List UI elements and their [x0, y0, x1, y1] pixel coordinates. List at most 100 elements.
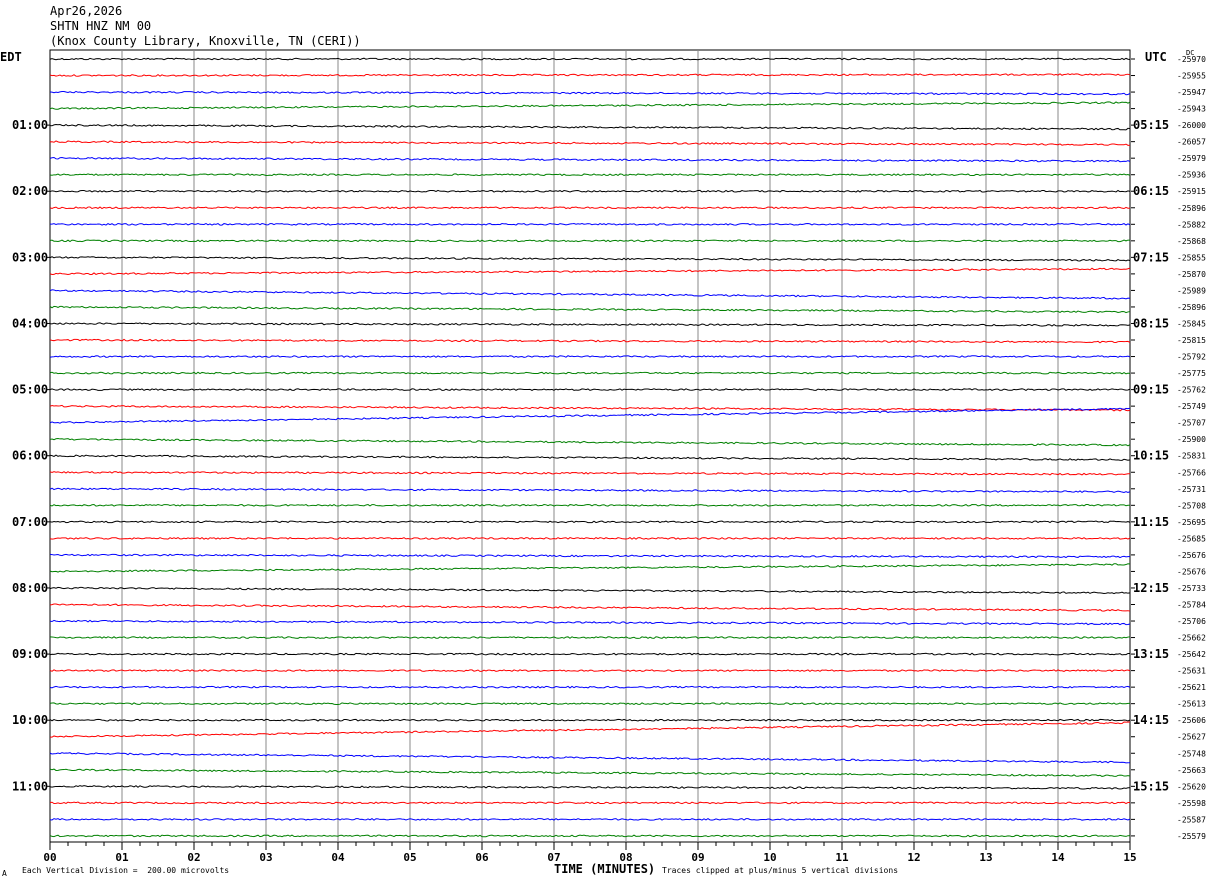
trace-line — [49, 818, 1131, 821]
trace-line — [49, 785, 1131, 790]
dc-offset-label: -25662 — [1177, 634, 1206, 643]
trace-line — [49, 355, 1131, 358]
trace-line — [49, 173, 1131, 177]
dc-offset-label: -25606 — [1177, 716, 1206, 725]
trace-line — [49, 289, 1131, 300]
dc-offset-label: -25707 — [1177, 419, 1206, 428]
dc-offset-label: -25587 — [1177, 815, 1206, 824]
dc-offset-label: -25620 — [1177, 782, 1206, 791]
x-tick-label: 09 — [691, 851, 704, 864]
local-hour-label: 08:00 — [12, 581, 48, 595]
local-hour-label: 06:00 — [12, 449, 48, 463]
dc-offset-label: -25631 — [1177, 667, 1206, 676]
utc-hour-label: 07:15 — [1133, 250, 1169, 264]
local-hour-label: 07:00 — [12, 515, 48, 529]
trace-line — [49, 206, 1131, 210]
trace-line — [49, 702, 1131, 706]
trace-line — [49, 222, 1131, 226]
dc-offset-label: -25896 — [1177, 303, 1206, 312]
trace-line — [49, 563, 1131, 573]
x-tick-label: 00 — [43, 851, 56, 864]
trace-line — [49, 322, 1131, 327]
trace-line — [49, 57, 1131, 61]
trace-line — [49, 636, 1131, 639]
trace-line — [49, 603, 1131, 612]
corner-mark: A — [2, 869, 7, 878]
x-tick-label: 05 — [403, 851, 416, 864]
dc-offset-label: -25627 — [1177, 733, 1206, 742]
dc-offset-label: -25855 — [1177, 253, 1206, 262]
trace-line — [49, 239, 1131, 243]
utc-hour-label: 11:15 — [1133, 515, 1169, 529]
utc-hour-label: 15:15 — [1133, 779, 1169, 793]
trace-line — [49, 752, 1131, 764]
trace-line — [49, 267, 1131, 276]
helicorder-plot: -25970 -25955 -25947 -25943 -26000 -26057 -259… — [12, 49, 1206, 864]
dc-offset-label: -25979 — [1177, 154, 1206, 163]
x-tick-label: 06 — [475, 851, 489, 864]
dc-offset-label: -25695 — [1177, 518, 1206, 527]
dc-offset-label: -26000 — [1177, 121, 1206, 130]
trace-line — [49, 768, 1131, 777]
trace-line — [49, 536, 1131, 540]
dc-offset-label: -25663 — [1177, 766, 1206, 775]
dc-offset-label: -25733 — [1177, 584, 1206, 593]
x-tick-label: 01 — [115, 851, 129, 864]
dc-offset-label: -25868 — [1177, 237, 1206, 246]
dc-offset-label: -25900 — [1177, 435, 1206, 444]
vertical-division-note: Each Vertical Division = 200.00 microvol… — [22, 866, 230, 875]
dc-offset-label: -25845 — [1177, 319, 1206, 328]
utc-hour-label: 09:15 — [1133, 383, 1169, 397]
dc-offset-label: -25943 — [1177, 105, 1206, 114]
trace-line — [49, 553, 1131, 559]
trace-line — [49, 801, 1131, 805]
dc-offset-label: -25621 — [1177, 683, 1206, 692]
dc-offset-label: -25955 — [1177, 72, 1206, 81]
x-tick-label: 02 — [187, 851, 200, 864]
trace-line — [49, 407, 1131, 424]
dc-offset-label: -25749 — [1177, 402, 1206, 411]
trace-line — [49, 90, 1131, 96]
trace-line — [49, 619, 1131, 626]
x-tick-label: 04 — [331, 851, 345, 864]
dc-offset-label: -25970 — [1177, 55, 1206, 64]
x-tick-label: 13 — [979, 851, 992, 864]
utc-hour-label: 13:15 — [1133, 647, 1169, 661]
local-hour-label: 03:00 — [12, 250, 48, 264]
trace-line — [49, 404, 1131, 412]
dc-offset-label: -25792 — [1177, 353, 1206, 362]
x-tick-label: 14 — [1051, 851, 1065, 864]
utc-hour-label: 05:15 — [1133, 118, 1169, 132]
trace-line — [49, 371, 1131, 375]
local-hour-label: 04:00 — [12, 316, 48, 330]
dc-offset-label: -25685 — [1177, 534, 1206, 543]
trace-line — [49, 338, 1131, 344]
utc-hour-label: 06:15 — [1133, 184, 1169, 198]
trace-line — [49, 520, 1131, 524]
trace-line — [49, 305, 1131, 314]
trace-line — [49, 454, 1131, 461]
local-hour-label: 10:00 — [12, 713, 48, 727]
dc-offset-label: -25989 — [1177, 286, 1206, 295]
dc-offset-label: -25831 — [1177, 452, 1206, 461]
dc-offset-label: -25896 — [1177, 204, 1206, 213]
trace-line — [49, 834, 1131, 838]
dc-offset-label: -25766 — [1177, 468, 1206, 477]
dc-offset-label: -25915 — [1177, 187, 1206, 196]
trace-line — [49, 503, 1131, 507]
dc-offset-label: -26057 — [1177, 138, 1206, 147]
trace-line — [49, 470, 1131, 476]
local-hour-label: 02:00 — [12, 184, 48, 198]
dc-offset-label: -25676 — [1177, 567, 1206, 576]
trace-line — [49, 140, 1131, 146]
dc-offset-label: -25676 — [1177, 551, 1206, 560]
local-hour-label: 05:00 — [12, 383, 48, 397]
dc-offset-label: -25731 — [1177, 485, 1206, 494]
dc-offset-label: -25598 — [1177, 799, 1206, 808]
trace-line — [49, 73, 1131, 77]
dc-offset-label: -25642 — [1177, 650, 1206, 659]
dc-offset-label: -25815 — [1177, 336, 1206, 345]
dc-offset-label: -25775 — [1177, 369, 1206, 378]
trace-line — [49, 652, 1131, 656]
dc-offset-label: -25762 — [1177, 386, 1206, 395]
